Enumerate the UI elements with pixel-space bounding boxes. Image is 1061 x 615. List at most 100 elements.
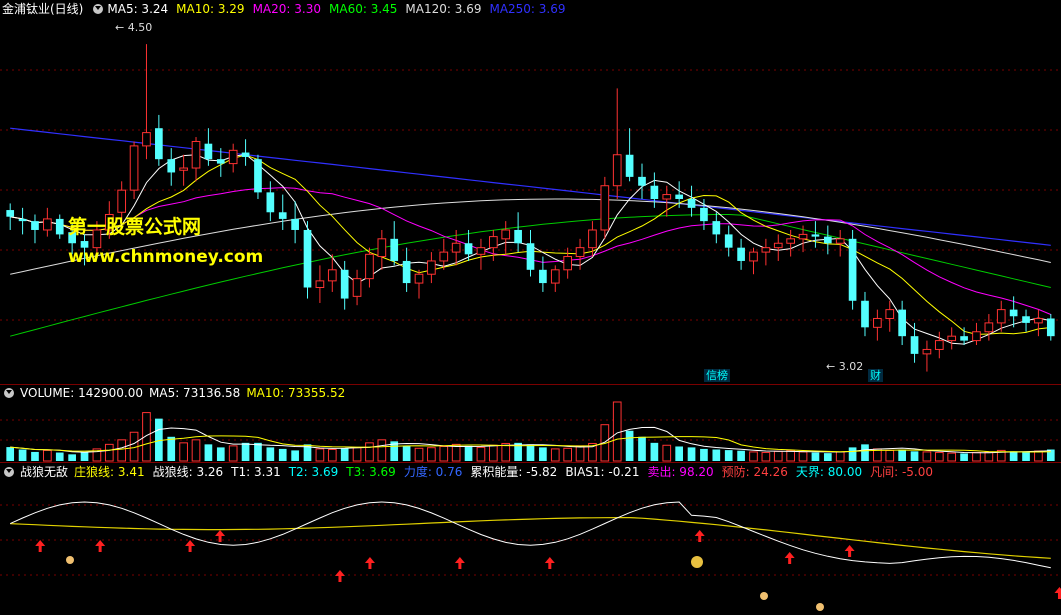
panel-toggle-icon[interactable] bbox=[4, 467, 14, 477]
indicator-label: 累积能量: -5.82 bbox=[470, 465, 558, 479]
volume-bar bbox=[55, 452, 64, 461]
buy-arrow-icon bbox=[844, 545, 855, 557]
candle-body bbox=[476, 247, 486, 255]
volume-bar bbox=[31, 451, 39, 461]
volume-bar bbox=[117, 439, 127, 462]
volume-bar bbox=[68, 454, 76, 461]
event-tag-2[interactable]: 财 bbox=[868, 369, 883, 382]
volume-bar bbox=[960, 453, 968, 461]
ma-label: MA60: 3.45 bbox=[329, 2, 398, 16]
indicator-zhanlang-series bbox=[9, 501, 1051, 569]
candle-body bbox=[575, 247, 585, 258]
candle-body bbox=[402, 260, 411, 284]
volume-bar bbox=[898, 449, 906, 461]
candle-body bbox=[650, 185, 659, 199]
volume-bar bbox=[228, 445, 238, 462]
candle-body bbox=[898, 309, 906, 337]
candle-body bbox=[31, 221, 39, 230]
volume-value: VOLUME: 142900.00 bbox=[20, 386, 143, 400]
candle-body bbox=[142, 132, 151, 147]
ma-label: MA5: 3.24 bbox=[107, 2, 169, 16]
candle-body bbox=[910, 336, 919, 354]
candle-body bbox=[216, 159, 225, 164]
candle-body bbox=[934, 340, 944, 350]
volume-bar bbox=[18, 449, 27, 461]
indicator-label: 卖出: 98.20 bbox=[647, 465, 714, 479]
candle-body bbox=[873, 317, 882, 328]
candle-body bbox=[724, 234, 733, 248]
volume-bar bbox=[80, 451, 89, 461]
candle-body bbox=[563, 256, 573, 271]
event-tag-1[interactable]: 信榜 bbox=[704, 369, 730, 382]
volume-bar bbox=[402, 445, 411, 461]
volume-bar bbox=[861, 444, 869, 461]
buy-arrow-icon bbox=[364, 557, 375, 569]
buy-arrow-icon bbox=[185, 540, 196, 552]
candle-body bbox=[811, 234, 820, 237]
volume-bar bbox=[104, 443, 114, 462]
candle-body bbox=[947, 335, 957, 342]
candle-body bbox=[191, 140, 201, 169]
volume-bar bbox=[675, 446, 683, 461]
volume-bar bbox=[563, 447, 573, 462]
candle-body bbox=[129, 145, 139, 191]
volume-bar bbox=[550, 448, 560, 462]
volume-bar bbox=[427, 447, 436, 462]
candle-body bbox=[786, 238, 795, 244]
candle-body bbox=[427, 260, 436, 275]
volume-bar bbox=[749, 451, 758, 462]
volume-bar bbox=[241, 442, 250, 461]
candle-body bbox=[712, 221, 721, 235]
volume-bar bbox=[885, 449, 895, 462]
ma-labels: MA5: 3.24 MA10: 3.29 MA20: 3.30 MA60: 3.45 M… bbox=[107, 0, 573, 18]
candle-body bbox=[414, 273, 424, 284]
candle-body bbox=[823, 236, 832, 244]
volume-bar bbox=[204, 444, 213, 461]
watermark-url: www.chnmoney.com bbox=[68, 247, 264, 267]
volume-bar bbox=[1009, 451, 1018, 461]
candle-body bbox=[675, 194, 683, 199]
volume-bar bbox=[167, 436, 176, 461]
signal-arrows bbox=[35, 530, 1061, 611]
volume-bar bbox=[922, 451, 932, 462]
candle-body bbox=[700, 207, 708, 222]
buy-arrow-icon bbox=[454, 557, 465, 569]
candle-body bbox=[291, 218, 299, 230]
volume-bar bbox=[315, 448, 325, 462]
panel-toggle-icon[interactable] bbox=[4, 388, 14, 398]
volume-bar bbox=[737, 450, 745, 461]
candle-body bbox=[773, 242, 783, 249]
volume-bar bbox=[972, 452, 981, 462]
hand-pointer-icon bbox=[816, 603, 824, 611]
stock-title: 金浦钛业(日线) bbox=[2, 2, 84, 16]
volume-bar bbox=[254, 442, 262, 461]
panel-toggle-icon[interactable] bbox=[93, 4, 104, 14]
candle-body bbox=[737, 247, 745, 261]
buy-arrow-icon bbox=[35, 540, 46, 552]
indicator-label: 力度: 0.76 bbox=[403, 465, 463, 479]
volume-bar bbox=[798, 451, 808, 462]
candle-body bbox=[303, 229, 312, 288]
candle-body bbox=[922, 348, 932, 355]
candle-body bbox=[55, 218, 64, 235]
stock-chart[interactable] bbox=[0, 0, 1061, 615]
volume-bar bbox=[650, 442, 659, 461]
candle-body bbox=[439, 251, 449, 262]
volume-bar bbox=[848, 447, 857, 461]
volume-bar bbox=[488, 444, 498, 462]
candle-body bbox=[835, 238, 845, 244]
indicator-label: 预防: 24.26 bbox=[721, 465, 788, 479]
candle-body bbox=[501, 229, 511, 240]
candle-body bbox=[550, 269, 560, 284]
candle-body bbox=[18, 218, 27, 222]
volume-bar bbox=[687, 447, 696, 461]
indicator-label: 庄狼线: 3.41 bbox=[74, 465, 145, 479]
volume-ma5: MA5: 73136.58 bbox=[149, 386, 241, 400]
candle-body bbox=[996, 309, 1006, 324]
ma-label: MA120: 3.69 bbox=[405, 2, 482, 16]
indicator-label: BIAS1: -0.21 bbox=[565, 465, 640, 479]
candle-body bbox=[1034, 317, 1043, 324]
candle-body bbox=[960, 336, 968, 341]
candle-body bbox=[464, 243, 473, 255]
volume-bar bbox=[811, 452, 820, 461]
